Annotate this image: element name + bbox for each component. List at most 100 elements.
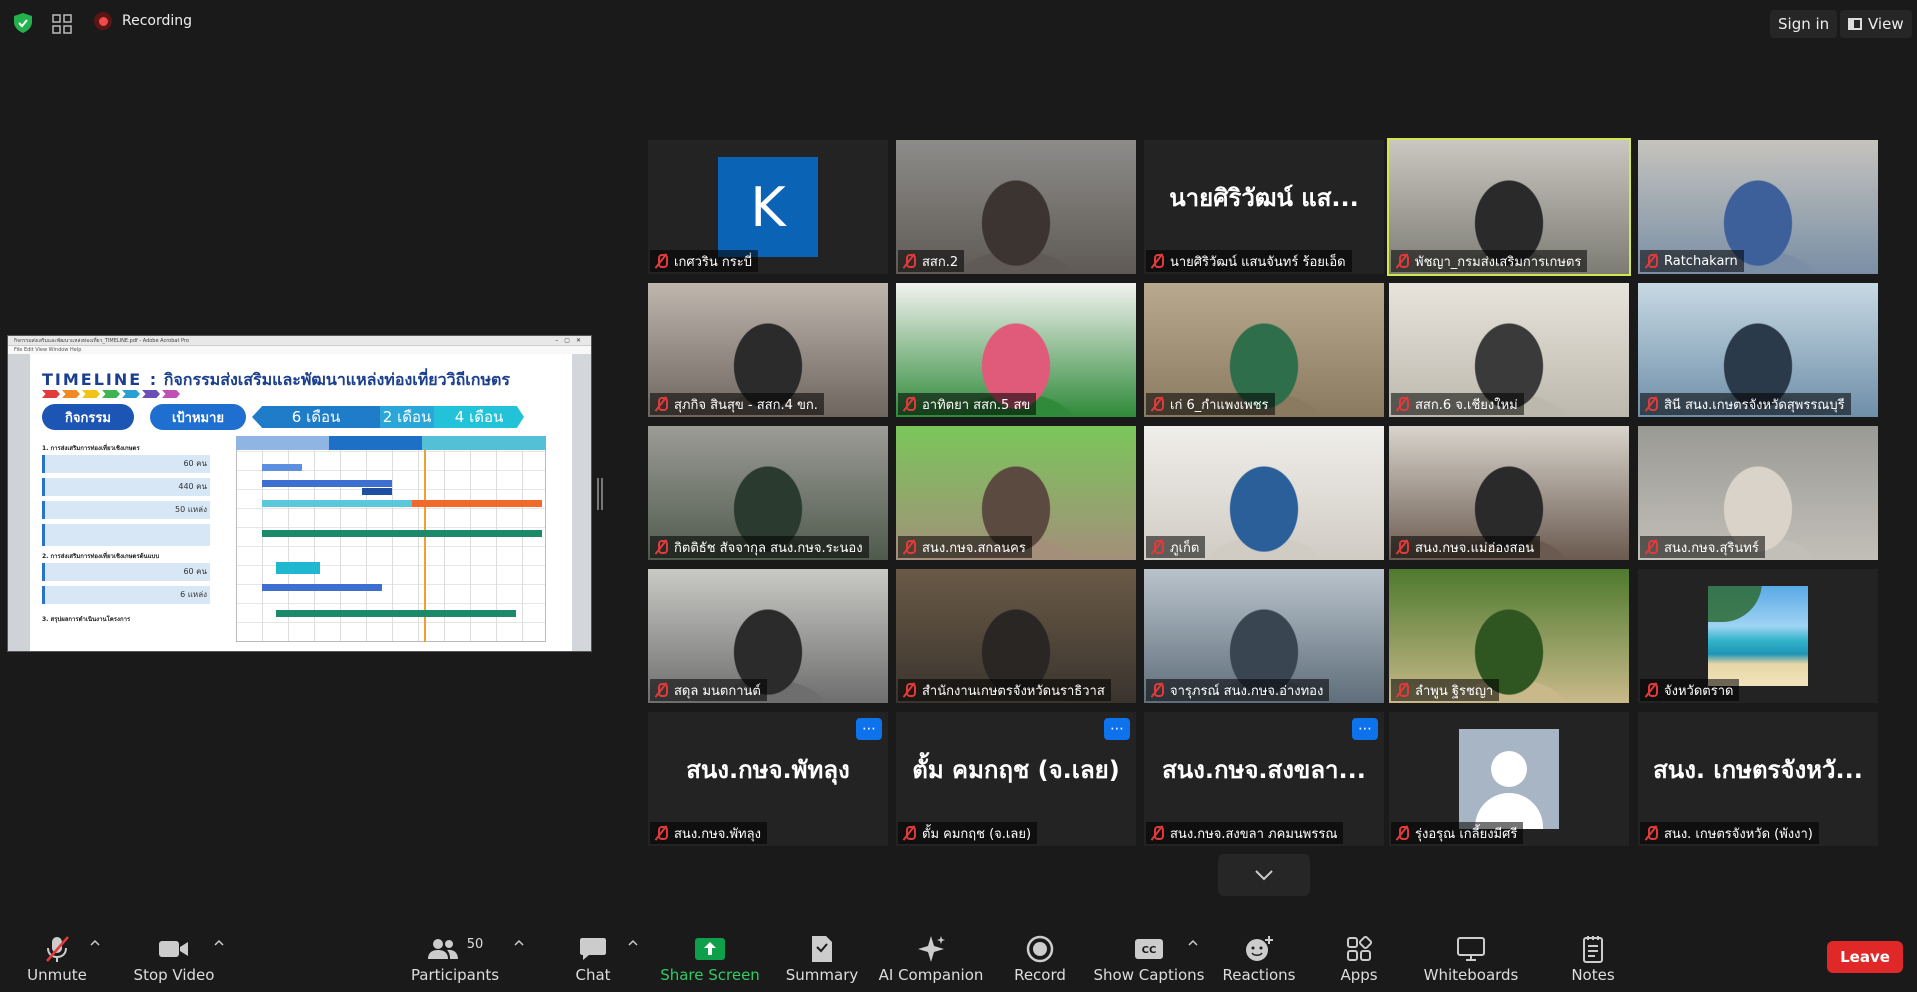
participant-nameplate: กิตติธัช สัจจากุล สนง.กษจ.ระนอง <box>650 536 869 558</box>
share-screen-icon <box>695 938 725 960</box>
view-label: View <box>1868 15 1904 33</box>
apps-button[interactable]: Apps <box>1336 928 1382 992</box>
mic-muted-icon <box>902 682 916 698</box>
band-2-months: 2 เดือน <box>380 406 434 428</box>
security-shield-icon[interactable] <box>12 12 34 34</box>
more-options-icon[interactable]: ⋯ <box>1352 718 1378 740</box>
participant-nameplate: เกศวริน กระบี่ <box>650 250 758 272</box>
window-controls: –▢✕ <box>555 337 587 344</box>
audio-options-caret-icon[interactable] <box>90 938 100 948</box>
record-label: Record <box>1014 966 1066 984</box>
participant-tile[interactable]: อาทิตยา สสก.5 สข <box>896 283 1136 417</box>
mic-muted-icon <box>1150 539 1164 555</box>
participant-tile[interactable]: พัชญา_กรมส่งเสริมการเกษตร <box>1387 138 1631 276</box>
reactions-label: Reactions <box>1222 966 1296 984</box>
captions-caret-icon[interactable] <box>1188 938 1198 948</box>
summary-doc-icon <box>812 936 832 962</box>
participant-nameplate: สสก.2 <box>898 250 965 272</box>
video-camera-icon <box>159 941 188 957</box>
participant-tile[interactable]: ภูเก็ต <box>1144 426 1384 560</box>
svg-text:CC: CC <box>1142 945 1157 956</box>
participant-tile[interactable]: สนง.กษจ.สุรินทร์ <box>1638 426 1878 560</box>
participant-tile[interactable]: สดุล มนตกานต์ <box>648 569 888 703</box>
participant-tile[interactable]: นายศิริวัฒน์ แส... นายศิริวัฒน์ แสนจันทร์… <box>1144 140 1384 274</box>
participant-tile[interactable]: สนง.กษจ.แม่ฮ่องสอน <box>1389 426 1629 560</box>
more-options-icon[interactable]: ⋯ <box>856 718 882 740</box>
participants-count: 50 <box>466 936 484 952</box>
whiteboards-button[interactable]: Whiteboards <box>1424 928 1518 992</box>
participant-nameplate: อาทิตยา สสก.5 สข <box>898 393 1037 415</box>
participant-tile[interactable]: เก่ 6_กำแพงเพชร <box>1144 283 1384 417</box>
participants-button[interactable]: 50 Participants <box>411 928 499 992</box>
participant-tile[interactable]: สสก.2 <box>896 140 1136 274</box>
section-1-title: 1. การส่งเสริมการท่องเที่ยวเชิงเกษตร <box>42 445 140 452</box>
participant-tile[interactable]: Ratchakarn <box>1638 140 1878 274</box>
participant-tile[interactable]: สสก.6 จ.เชียงใหม่ <box>1389 283 1629 417</box>
participant-name: สนง. เกษตรจังหวัด (พังงา) <box>1664 826 1813 842</box>
share-screen-label: Share Screen <box>660 966 760 984</box>
default-avatar-icon <box>1459 729 1559 829</box>
mic-muted-icon <box>654 682 668 698</box>
participant-nameplate: สนง.กษจ.สกลนคร <box>898 536 1032 558</box>
whiteboards-label: Whiteboards <box>1423 966 1519 984</box>
view-layout-icon <box>1848 18 1862 30</box>
share-screen-button[interactable]: Share Screen <box>660 928 760 992</box>
section-2-title: 2. การส่งเสริมการท่องเที่ยวเชิงเกษตรต้นแ… <box>42 553 160 560</box>
unmute-label: Unmute <box>27 966 87 984</box>
split-resize-handle[interactable] <box>597 478 603 510</box>
ai-companion-button[interactable]: AI Companion <box>879 928 983 992</box>
participant-tile[interactable]: กิตติธัช สัจจากุล สนง.กษจ.ระนอง <box>648 426 888 560</box>
notes-button[interactable]: Notes <box>1568 928 1618 992</box>
sign-in-button[interactable]: Sign in <box>1770 10 1838 38</box>
grid-icon[interactable] <box>52 14 72 34</box>
participant-nameplate: สสก.6 จ.เชียงใหม่ <box>1391 393 1524 415</box>
participant-nameplate: สินี สนง.เกษตรจังหวัดสุพรรณบุรี <box>1640 393 1851 415</box>
shared-screen[interactable]: กิจกรรมส่งเสริมและพัฒนาแหล่งท่องเที่ยว_T… <box>7 335 592 652</box>
participant-tile[interactable]: สินี สนง.เกษตรจังหวัดสุพรรณบุรี <box>1638 283 1878 417</box>
participant-tile[interactable]: สนง.กษจ.สกลนคร <box>896 426 1136 560</box>
unmute-button[interactable]: Unmute <box>26 928 88 992</box>
participant-nameplate: นายศิริวัฒน์ แสนจันทร์ ร้อยเอ็ด <box>1146 250 1352 272</box>
more-options-icon[interactable]: ⋯ <box>1104 718 1130 740</box>
stop-video-button[interactable]: Stop Video <box>134 928 214 992</box>
participant-tile[interactable]: ตั้ม คมกฤช (จ.เลย) ⋯ ตั้ม คมกฤช (จ.เลย) <box>896 712 1136 846</box>
section-3-title: 3. สรุปผลการดำเนินงานโครงการ <box>42 616 131 623</box>
participant-tile[interactable]: ลำพูน ฐิรชญา <box>1389 569 1629 703</box>
participant-tile[interactable]: สนง.กษจ.สงขลา... ⋯ สนง.กษจ.สงขลา ภคมนพรรณ <box>1144 712 1384 846</box>
chat-caret-icon[interactable] <box>628 938 638 948</box>
target-pill: เป้าหมาย <box>150 404 246 430</box>
view-button[interactable]: View <box>1840 10 1912 38</box>
participant-tile[interactable]: จารุภรณ์ สนง.กษจ.อ่างทอง <box>1144 569 1384 703</box>
participant-tile[interactable]: สำนักงานเกษตรจังหวัดนราธิวาส <box>896 569 1136 703</box>
participant-tile[interactable]: สุภกิจ สินสุข - สสก.4 ขก. <box>648 283 888 417</box>
video-options-caret-icon[interactable] <box>214 938 224 948</box>
summary-button[interactable]: Summary <box>786 928 858 992</box>
show-captions-button[interactable]: CC Show Captions <box>1094 928 1205 992</box>
gantt-bar <box>262 500 412 507</box>
participant-nameplate: จารุภรณ์ สนง.กษจ.อ่างทอง <box>1146 679 1330 701</box>
participant-tile[interactable]: จังหวัดตราด <box>1638 569 1878 703</box>
chat-button[interactable]: Chat <box>568 928 618 992</box>
recording-indicator[interactable]: Recording <box>94 12 192 30</box>
participant-nameplate: สำนักงานเกษตรจังหวัดนราธิวาส <box>898 679 1111 701</box>
participant-display-name: ตั้ม คมกฤช (จ.เลย) <box>912 756 1120 784</box>
record-icon <box>1026 935 1054 963</box>
collapse-gallery-button[interactable] <box>1218 854 1310 896</box>
participant-name: สนง.กษจ.สกลนคร <box>922 540 1026 556</box>
participant-nameplate: สนง. เกษตรจังหวัด (พังงา) <box>1640 822 1819 844</box>
participant-tile[interactable]: รุ่งอรุณ เกลี้ยงมีศรี <box>1389 712 1629 846</box>
participant-tile[interactable]: สนง. เกษตรจังหวั... สนง. เกษตรจังหวัด (พั… <box>1638 712 1878 846</box>
participants-caret-icon[interactable] <box>514 938 524 948</box>
gantt-bar <box>276 610 516 617</box>
participant-name: ลำพูน ฐิรชญา <box>1415 683 1494 699</box>
mic-muted-icon <box>654 539 668 555</box>
chat-bubble-icon <box>580 938 606 960</box>
reactions-button[interactable]: Reactions <box>1222 928 1296 992</box>
participant-tile[interactable]: สนง.กษจ.พัทลุง ⋯ สนง.กษจ.พัทลุง <box>648 712 888 846</box>
record-button[interactable]: Record <box>1010 928 1070 992</box>
leave-button[interactable]: Leave <box>1827 941 1903 973</box>
participant-display-name: นายศิริวัฒน์ แส... <box>1169 184 1359 212</box>
participant-tile[interactable]: K เกศวริน กระบี่ <box>648 140 888 274</box>
mic-muted-icon <box>1395 825 1409 841</box>
record-dot-icon <box>94 12 112 30</box>
